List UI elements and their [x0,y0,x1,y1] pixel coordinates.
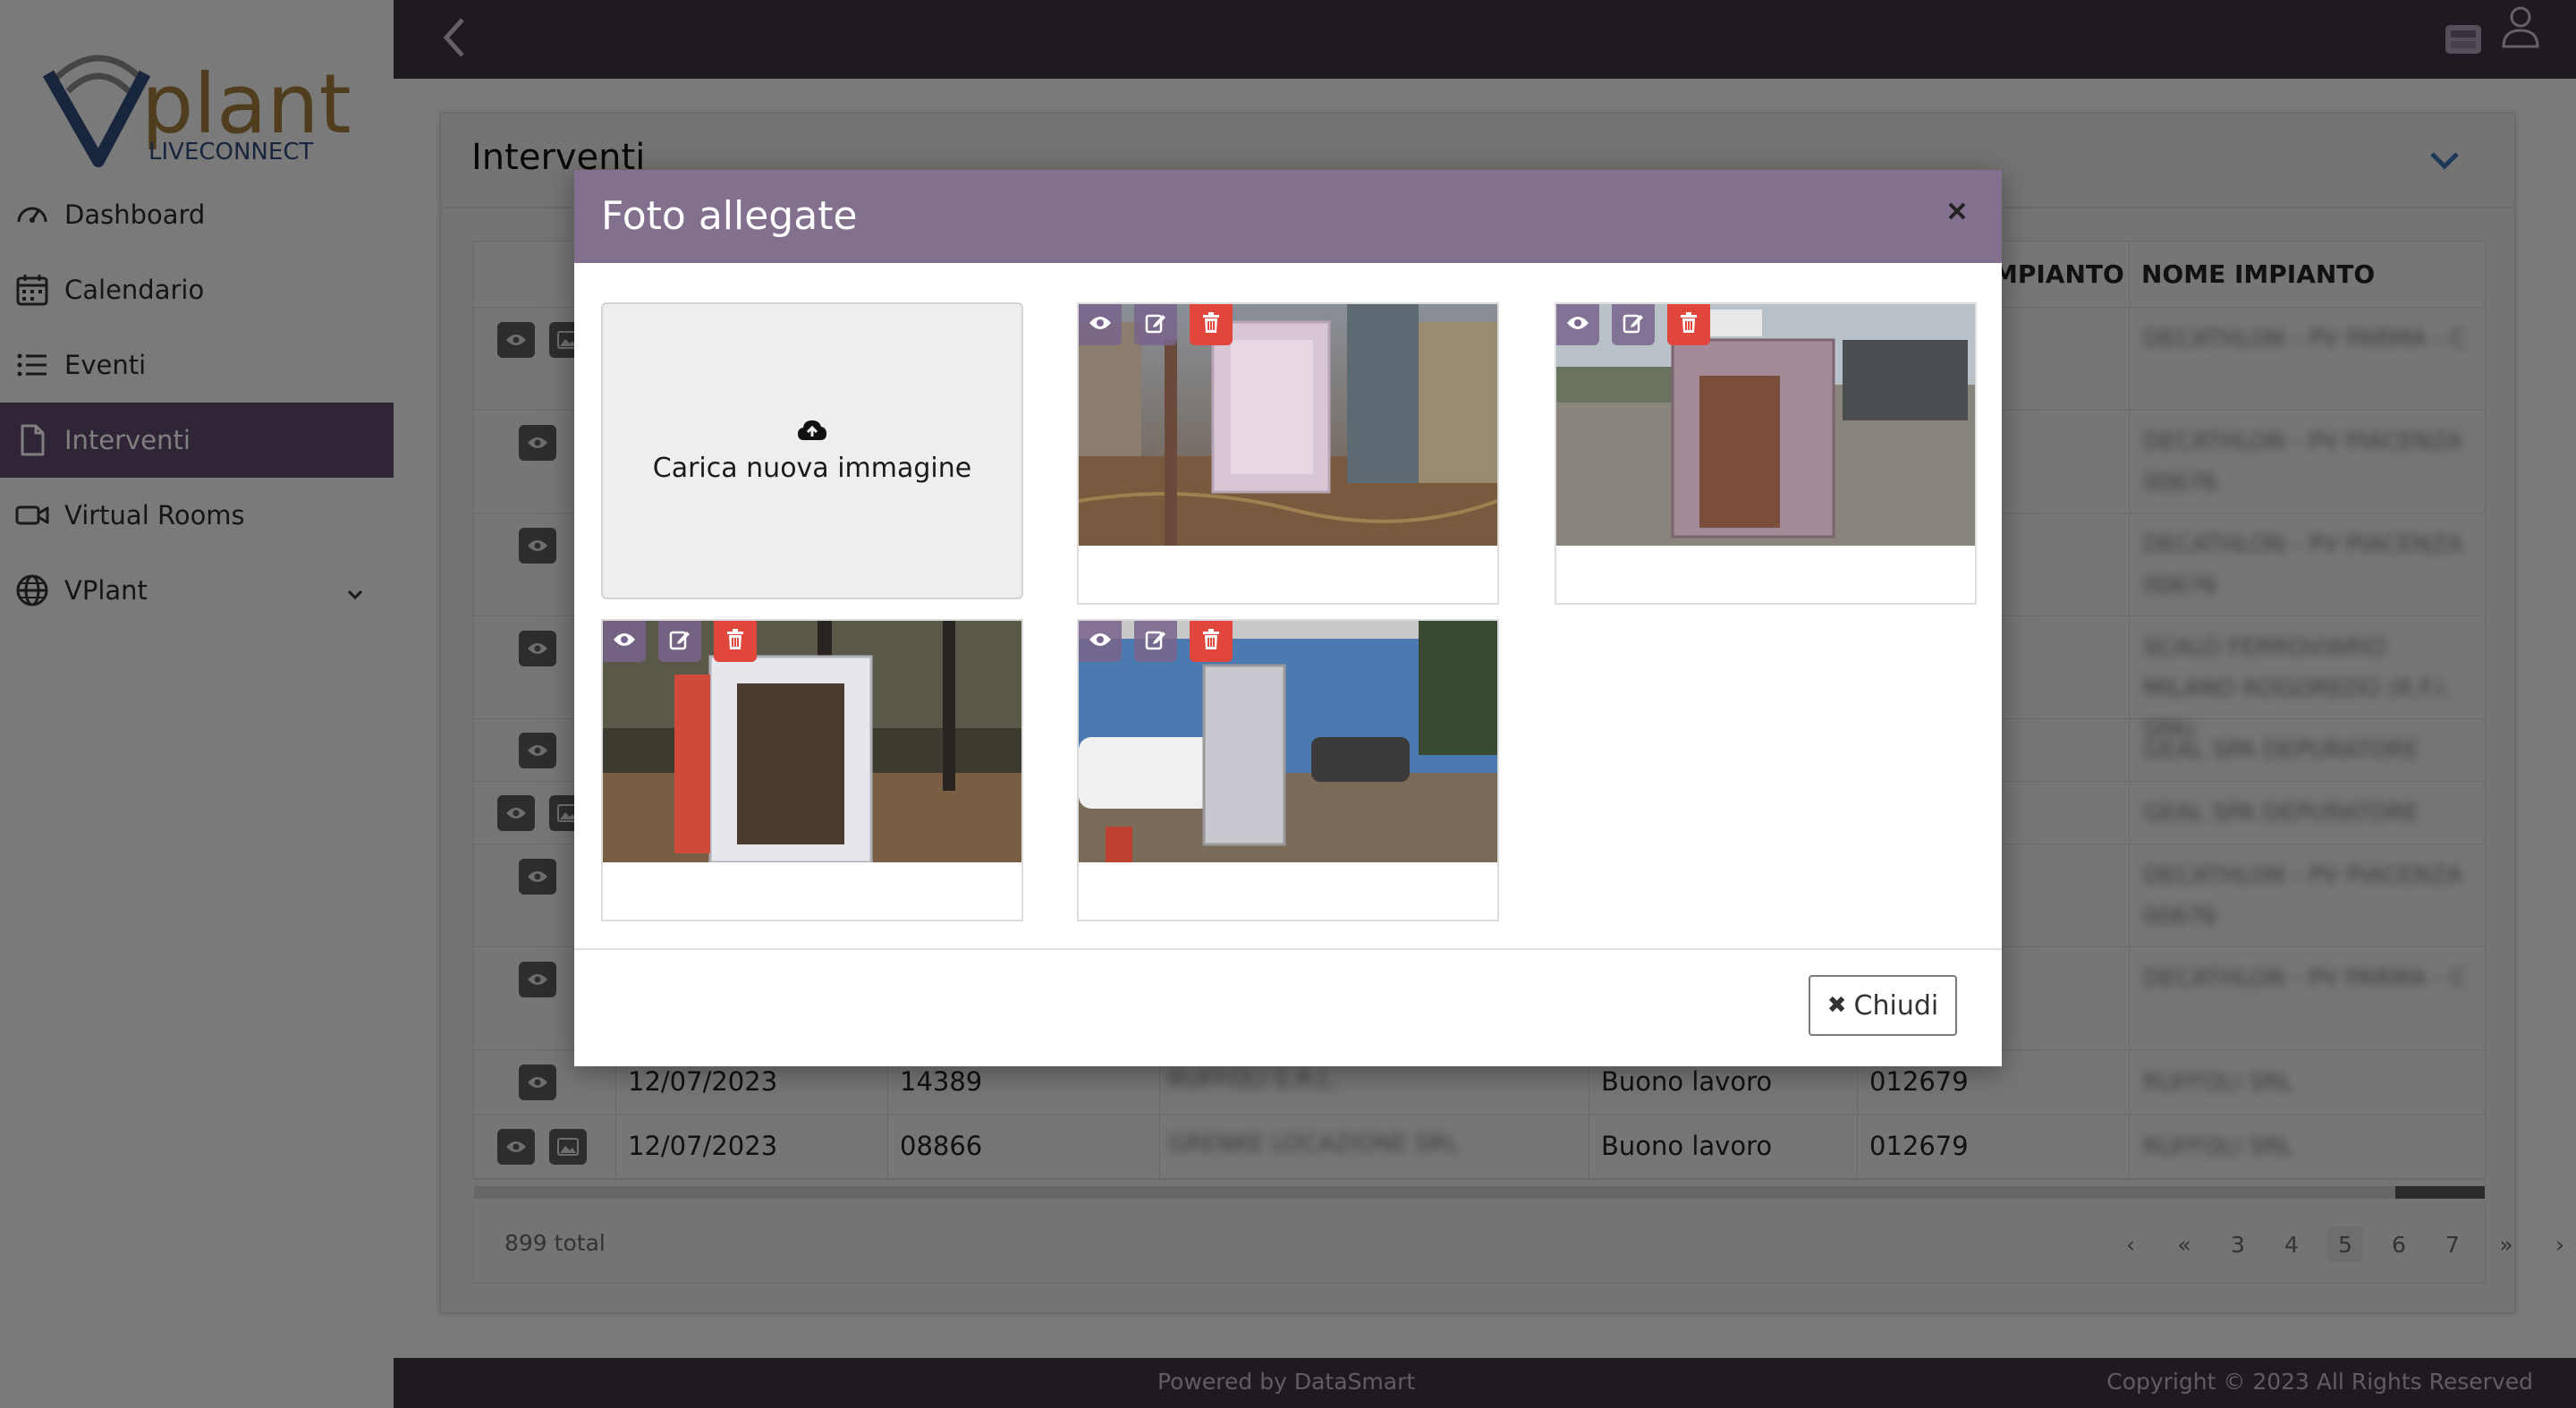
photo-tile[interactable] [1555,302,1977,605]
edit-icon [1623,312,1644,337]
delete-photo-button[interactable] [1190,304,1233,345]
view-photo-button[interactable] [1079,304,1122,345]
modal-close-button[interactable] [1939,195,1975,231]
edit-icon [669,629,691,654]
view-photo-button[interactable] [1079,621,1122,662]
trash-icon [726,629,744,654]
trash-icon [1202,629,1220,654]
upload-image-tile[interactable]: Carica nuova immagine [601,302,1023,599]
photo-modal: Foto allegate Carica nuova immagine ✖ Ch… [574,170,2002,1066]
edit-icon [1145,312,1166,337]
view-photo-button[interactable] [603,621,646,662]
view-photo-button[interactable] [1556,304,1599,345]
modal-header: Foto allegate [574,170,2002,263]
edit-photo-button[interactable] [1134,304,1177,345]
upload-label: Carica nuova immagine [652,452,972,484]
close-modal-label: Chiudi [1853,989,1939,1022]
delete-photo-button[interactable] [714,621,757,662]
edit-icon [1145,629,1166,654]
trash-icon [1680,312,1698,337]
modal-footer-divider [574,948,2002,950]
photo-tile[interactable] [1077,302,1499,605]
modal-title: Foto allegate [601,193,858,239]
eye-icon [1089,632,1112,651]
eye-icon [613,632,636,651]
photo-tile[interactable] [1077,619,1499,921]
close-icon: ✖ [1826,992,1847,1019]
modal-body: Carica nuova immagine [574,263,2002,937]
close-modal-button[interactable]: ✖ Chiudi [1809,975,1957,1036]
photo-tile[interactable] [601,619,1023,921]
close-icon [1947,201,1967,225]
trash-icon [1202,312,1220,337]
delete-photo-button[interactable] [1667,304,1710,345]
cloud-upload-icon [797,419,827,445]
edit-photo-button[interactable] [658,621,701,662]
edit-photo-button[interactable] [1134,621,1177,662]
eye-icon [1566,315,1589,335]
eye-icon [1089,315,1112,335]
edit-photo-button[interactable] [1612,304,1655,345]
delete-photo-button[interactable] [1190,621,1233,662]
